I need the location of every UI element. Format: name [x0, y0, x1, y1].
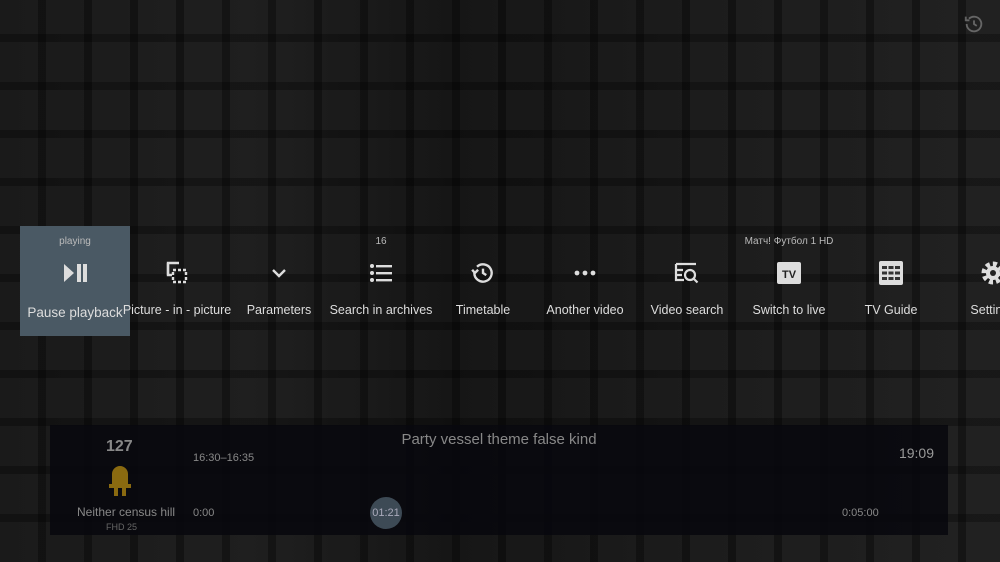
now-playing-panel: 127 Neither census hill FHD 25 16:30–16:… [50, 425, 948, 535]
program-time: 16:30–16:35 [193, 452, 255, 464]
switch-to-live-button[interactable]: Матч! Футбол 1 HD TV Switch to live [738, 226, 840, 336]
list-icon [370, 264, 392, 282]
play-pause-icon [64, 264, 87, 282]
channel-name: Neither census hill [77, 505, 176, 519]
history-icon [471, 263, 493, 283]
search-in-archives-button[interactable]: 16 Search in archives [330, 226, 433, 336]
gear-icon [981, 261, 1000, 285]
video-search-icon [674, 262, 699, 284]
more-dots-icon [574, 270, 596, 276]
picture-in-picture-button[interactable]: Picture - in - picture [123, 226, 231, 336]
svg-text:TV: TV [782, 269, 797, 281]
channel-quality: FHD 25 [106, 522, 138, 532]
tv-icon: TV [777, 262, 801, 284]
channel-logo-icon [109, 466, 131, 496]
player-menu: playing Pause playback Picture - in - pi… [0, 226, 1000, 336]
program-title: Party vessel theme false kind [401, 431, 597, 448]
another-video-button[interactable]: Another video [534, 226, 636, 336]
live-channel-name: Матч! Футбол 1 HD [744, 236, 834, 247]
history-icon[interactable] [963, 13, 985, 35]
grid-icon [879, 261, 903, 285]
clock: 19:09 [898, 445, 934, 461]
picture-in-picture-icon [166, 261, 188, 284]
timetable-button[interactable]: Timetable [432, 226, 534, 336]
end-time: 0:05:00 [842, 507, 879, 519]
archive-count: 16 [375, 236, 387, 247]
tv-guide-button[interactable]: TV Guide [840, 226, 942, 336]
chevron-down-icon [272, 269, 286, 278]
progress-knob[interactable]: 01:21 [370, 497, 402, 529]
button-label: Settings [970, 303, 1000, 317]
pause-playback-button[interactable]: playing Pause playback [20, 226, 130, 336]
settings-button[interactable]: Settings [942, 226, 1000, 336]
parameters-button[interactable]: Parameters [228, 226, 330, 336]
video-search-button[interactable]: Video search [636, 226, 738, 336]
start-time: 0:00 [193, 507, 215, 519]
status-label: playing [59, 236, 91, 247]
